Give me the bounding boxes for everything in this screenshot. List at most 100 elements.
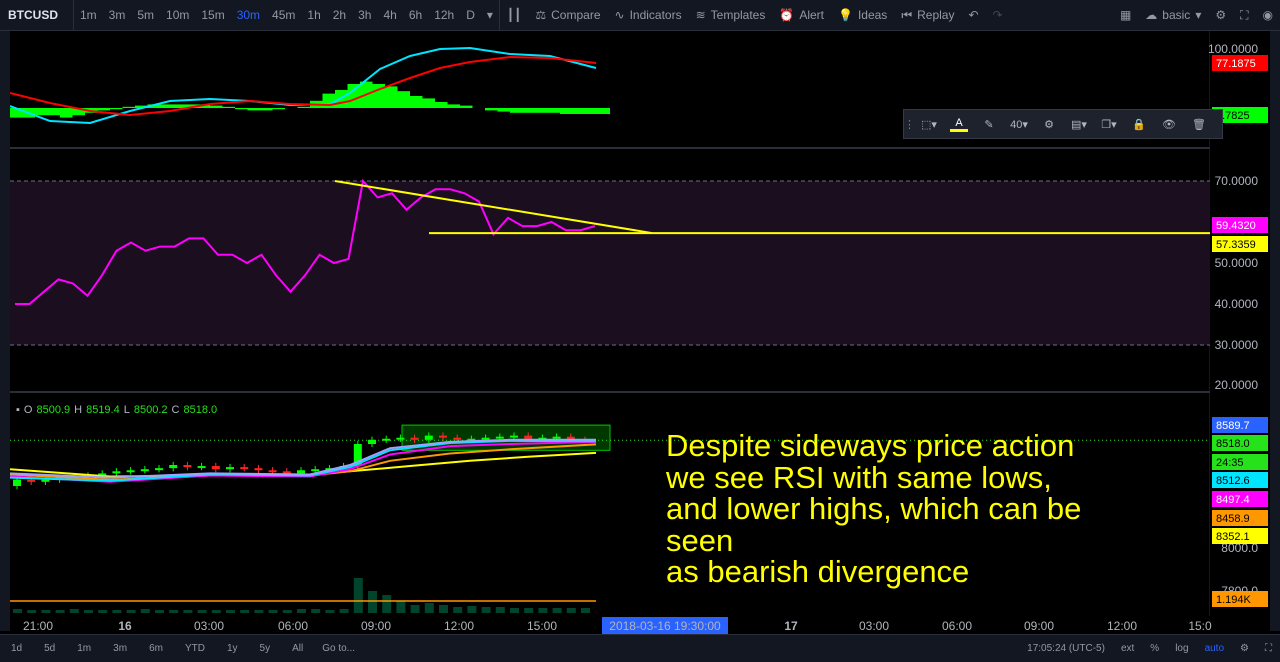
text-color-button[interactable]: A: [950, 117, 968, 132]
timeframe-45m[interactable]: 45m: [266, 0, 301, 30]
histogram-bar: [560, 108, 573, 114]
replay-button[interactable]: ⏮ Replay: [894, 0, 961, 30]
timeframe-5m[interactable]: 5m: [131, 0, 160, 30]
undo-button[interactable]: ↶: [961, 0, 985, 30]
timeframe-30m[interactable]: 30m: [231, 0, 266, 30]
timeframe-3m[interactable]: 3m: [103, 0, 132, 30]
goto-button[interactable]: Go to...: [314, 643, 363, 654]
price-tag-text: 8589.7: [1216, 420, 1250, 432]
eye-icon[interactable]: 👁: [1154, 118, 1184, 131]
range-all[interactable]: All: [281, 643, 314, 654]
price-tag-text: 8518.0: [1216, 438, 1250, 450]
timeframe-3h[interactable]: 3h: [352, 0, 377, 30]
ideas-button[interactable]: 💡 Ideas: [831, 0, 894, 30]
percent-toggle[interactable]: %: [1142, 643, 1167, 654]
auto-toggle[interactable]: auto: [1197, 643, 1232, 654]
timeframe-4h[interactable]: 4h: [377, 0, 402, 30]
layout-select[interactable]: ☁ basic ▾: [1138, 0, 1208, 30]
clock-label[interactable]: 17:05:24 (UTC-5): [1019, 643, 1113, 654]
timeframe-15m[interactable]: 15m: [195, 0, 230, 30]
chevron-down-icon[interactable]: ▾: [481, 0, 499, 30]
range-5d[interactable]: 5d: [33, 643, 66, 654]
templates-icon: ≋: [695, 8, 706, 22]
time-axis[interactable]: 21:00 16 03:00 06:00 09:00 12:00 15:00 17 03:00 0…: [10, 616, 1270, 634]
histogram-bar: [110, 108, 123, 110]
volume-bar: [396, 601, 406, 613]
bottom-toolbar: 1d 5d 1m 3m 6m YTD 1y 5y All Go to... 17:05:24 (…: [0, 634, 1280, 662]
right-widget-bar[interactable]: [1270, 31, 1280, 631]
range-6m[interactable]: 6m: [138, 643, 174, 654]
ext-toggle[interactable]: ext: [1113, 643, 1142, 654]
lock-icon[interactable]: 🔒: [1124, 118, 1154, 131]
trash-icon[interactable]: 🗑: [1184, 118, 1214, 131]
layout-label: basic: [1162, 8, 1191, 22]
range-5y[interactable]: 5y: [249, 643, 282, 654]
line-style-button[interactable]: ⬚▾: [914, 118, 944, 131]
clone-button[interactable]: ❐▾: [1094, 118, 1124, 131]
crosshair-time-text: 2018-03-16 19:30:00: [609, 619, 721, 633]
camera-icon: ◉: [1262, 8, 1273, 22]
redo-button[interactable]: ↷: [986, 0, 1010, 30]
log-toggle[interactable]: log: [1167, 643, 1196, 654]
volume-bar: [140, 609, 150, 613]
timeframe-D[interactable]: D: [460, 0, 481, 30]
candle: [495, 436, 504, 439]
chart-type-button[interactable]: ┃┃: [500, 0, 528, 30]
indicators-button[interactable]: ∿ Indicators: [608, 0, 689, 30]
timeframe-2h[interactable]: 2h: [327, 0, 352, 30]
range-1y[interactable]: 1y: [216, 643, 249, 654]
symbol-search[interactable]: BTCUSD: [0, 0, 74, 30]
fullscreen-button[interactable]: ⛶: [1233, 0, 1255, 30]
range-3m[interactable]: 3m: [102, 643, 138, 654]
timeframe-10m[interactable]: 10m: [160, 0, 195, 30]
range-ytd[interactable]: YTD: [174, 643, 216, 654]
volume-bar: [510, 608, 519, 613]
font-size-value: 40: [1010, 118, 1023, 131]
volume-bar: [581, 608, 590, 613]
candle: [211, 466, 220, 470]
time-label: 15:0: [1188, 619, 1212, 633]
stoch-tag-text: 77.1875: [1216, 58, 1256, 70]
histogram-bar: [447, 104, 460, 108]
histogram-bar: [122, 106, 135, 108]
pencil-icon[interactable]: ✎: [974, 118, 1004, 131]
candle: [481, 437, 490, 440]
histogram-bar: [222, 106, 235, 108]
drag-handle-icon[interactable]: ⋮: [904, 118, 915, 131]
templates-button[interactable]: ≋ Templates: [689, 0, 773, 30]
timeframe-1m[interactable]: 1m: [74, 0, 103, 30]
alert-button[interactable]: ⏰ Alert: [772, 0, 831, 30]
volume-bar: [226, 610, 235, 613]
range-1m[interactable]: 1m: [66, 643, 102, 654]
timeframe-6h[interactable]: 6h: [403, 0, 428, 30]
volume-bar: [27, 610, 37, 613]
scale-label: 100.0000: [1208, 42, 1258, 56]
settings-button[interactable]: ⚙: [1208, 0, 1233, 30]
range-1d[interactable]: 1d: [0, 643, 33, 654]
volume-bar: [481, 607, 491, 613]
compare-icon: ⚖: [535, 8, 547, 22]
volume-bar: [453, 607, 463, 613]
timeframe-1h[interactable]: 1h: [301, 0, 326, 30]
candle: [396, 437, 405, 440]
time-label: 03:00: [859, 619, 889, 633]
timeframe-12h[interactable]: 12h: [428, 0, 460, 30]
rsi-scale-label: 40.0000: [1215, 297, 1259, 311]
visual-order-button[interactable]: ▤▾: [1064, 118, 1094, 131]
consolidation-box: [401, 424, 611, 451]
cloud-icon: ☁: [1145, 8, 1158, 22]
font-size-select[interactable]: 40▾: [1004, 118, 1034, 131]
layout-grid-button[interactable]: ▦: [1113, 0, 1138, 30]
compare-button[interactable]: ⚖ Compare: [528, 0, 607, 30]
top-toolbar: BTCUSD 1m 3m 5m 10m 15m 30m 45m 1h 2h 3h 4h 6h 12h D …: [0, 0, 1280, 31]
volume-bar: [254, 610, 264, 613]
candle: [368, 439, 376, 444]
histogram-bar: [535, 108, 548, 113]
gear-icon[interactable]: ⚙: [1232, 643, 1257, 654]
annotation-text[interactable]: Despite sideways price action we see RSI…: [666, 430, 1206, 588]
snapshot-button[interactable]: ◉: [1256, 0, 1280, 30]
gear-icon[interactable]: ⚙: [1034, 118, 1064, 131]
candle: [439, 435, 447, 438]
fullscreen-icon[interactable]: ⛶: [1257, 643, 1280, 654]
histogram-bar: [410, 96, 423, 108]
